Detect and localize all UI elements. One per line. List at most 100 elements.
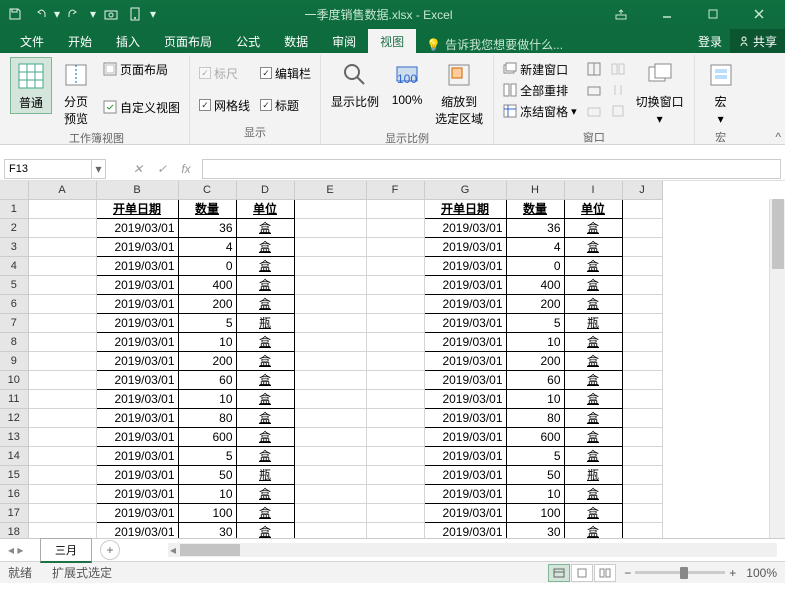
camera-icon[interactable] [100,3,122,25]
zoom-100-button[interactable]: 100 100% [387,57,427,109]
zoom-in-button[interactable]: + [729,566,736,580]
switch-windows-label: 切换窗口 [636,93,684,110]
col-header[interactable]: J [622,181,662,199]
horizontal-scrollbar[interactable]: ◂ [168,543,777,557]
maximize-icon[interactable] [691,1,735,27]
fx-icon[interactable]: fx [174,159,198,179]
scrollbar-thumb[interactable] [180,544,240,556]
close-icon[interactable] [737,1,781,27]
row-header[interactable]: 3 [0,237,28,256]
split-button[interactable] [584,59,604,79]
row-header[interactable]: 6 [0,294,28,313]
row-header[interactable]: 10 [0,370,28,389]
tab-审阅[interactable]: 审阅 [320,29,368,53]
row-header[interactable]: 7 [0,313,28,332]
tab-开始[interactable]: 开始 [56,29,104,53]
name-box-dropdown[interactable]: ▾ [92,159,106,179]
tab-视图[interactable]: 视图 [368,29,416,53]
normal-view-shortcut[interactable] [548,564,570,582]
sync-scroll-button[interactable] [608,80,628,100]
worksheet-grid[interactable]: ABCDEFGHIJ1开单日期数量单位开单日期数量单位22019/03/0136… [0,181,785,538]
headings-checkbox[interactable]: ✓标题 [257,95,314,115]
page-layout-shortcut[interactable] [571,564,593,582]
row-header[interactable]: 13 [0,427,28,446]
tab-nav[interactable]: ◂ ▸ [0,543,34,557]
col-header[interactable]: E [294,181,366,199]
save-icon[interactable] [4,3,26,25]
pagebreak-preview-button[interactable]: 分页 预览 [56,57,96,129]
row-header[interactable]: 12 [0,408,28,427]
tab-公式[interactable]: 公式 [224,29,272,53]
reset-position-button[interactable] [608,101,628,121]
normal-view-button[interactable]: 普通 [10,57,52,114]
login-button[interactable]: 登录 [690,29,730,53]
custom-views-label: 自定义视图 [120,99,180,116]
formula-bar-checkbox[interactable]: ✓编辑栏 [257,63,314,83]
row-header[interactable]: 8 [0,332,28,351]
enter-formula-icon[interactable]: ✓ [150,159,174,179]
new-window-button[interactable]: 新建窗口 [500,59,580,79]
col-header[interactable]: I [564,181,622,199]
tab-页面布局[interactable]: 页面布局 [152,29,224,53]
row-header[interactable]: 16 [0,484,28,503]
redo-dropdown-icon[interactable]: ▾ [88,3,98,25]
qat-more-icon[interactable]: ▾ [148,3,158,25]
select-all-corner[interactable] [0,181,28,199]
col-header[interactable]: A [28,181,96,199]
macros-button[interactable]: 宏▾ [701,57,741,128]
zoom-slider[interactable] [635,571,725,574]
sheet-tab[interactable]: 三月 [40,538,92,563]
row-header[interactable]: 17 [0,503,28,522]
arrange-all-button[interactable]: 全部重排 [500,80,580,100]
col-header[interactable]: G [424,181,506,199]
row-header[interactable]: 9 [0,351,28,370]
vertical-scrollbar[interactable] [769,199,785,538]
pagebreak-shortcut[interactable] [594,564,616,582]
ruler-checkbox[interactable]: ✓标尺 [196,63,253,83]
col-header[interactable]: D [236,181,294,199]
tell-me-search[interactable]: 💡 告诉我您想要做什么... [416,36,690,53]
share-button[interactable]: 共享 [730,29,785,53]
freeze-panes-button[interactable]: 冻结窗格 ▾ [500,101,580,121]
row-header[interactable]: 5 [0,275,28,294]
hide-button[interactable] [584,80,604,100]
custom-views-button[interactable]: 自定义视图 [100,97,183,117]
col-header[interactable]: F [366,181,424,199]
row-header[interactable]: 1 [0,199,28,218]
switch-windows-icon [644,59,676,91]
zoom-to-selection-button[interactable]: 缩放到 选定区域 [431,57,487,129]
pagebreak-icon [60,59,92,91]
undo-dropdown-icon[interactable]: ▾ [52,3,62,25]
touch-mode-icon[interactable] [124,3,146,25]
add-sheet-button[interactable]: + [100,540,120,560]
collapse-ribbon-icon[interactable]: ^ [775,130,781,144]
row-header[interactable]: 15 [0,465,28,484]
page-layout-button[interactable]: 页面布局 [100,59,183,79]
ribbon-options-icon[interactable] [599,1,643,27]
gridlines-checkbox[interactable]: ✓网格线 [196,95,253,115]
minimize-icon[interactable] [645,1,689,27]
redo-icon[interactable] [64,3,86,25]
cancel-formula-icon[interactable]: ✕ [126,159,150,179]
col-header[interactable]: B [96,181,178,199]
undo-icon[interactable] [28,3,50,25]
col-header[interactable]: H [506,181,564,199]
formula-bar[interactable] [202,159,781,179]
row-header[interactable]: 4 [0,256,28,275]
view-side-by-side-button[interactable] [608,59,628,79]
tab-插入[interactable]: 插入 [104,29,152,53]
tab-文件[interactable]: 文件 [8,29,56,53]
row-header[interactable]: 18 [0,522,28,538]
zoom-out-button[interactable]: − [624,566,631,580]
name-box[interactable]: F13 [4,159,92,179]
zoom-button[interactable]: 显示比例 [327,57,383,112]
scrollbar-thumb[interactable] [772,199,784,269]
row-header[interactable]: 2 [0,218,28,237]
row-header[interactable]: 14 [0,446,28,465]
col-header[interactable]: C [178,181,236,199]
tab-数据[interactable]: 数据 [272,29,320,53]
zoom-level[interactable]: 100% [746,566,777,580]
row-header[interactable]: 11 [0,389,28,408]
switch-windows-button[interactable]: 切换窗口▾ [632,57,688,128]
unhide-button[interactable] [584,101,604,121]
